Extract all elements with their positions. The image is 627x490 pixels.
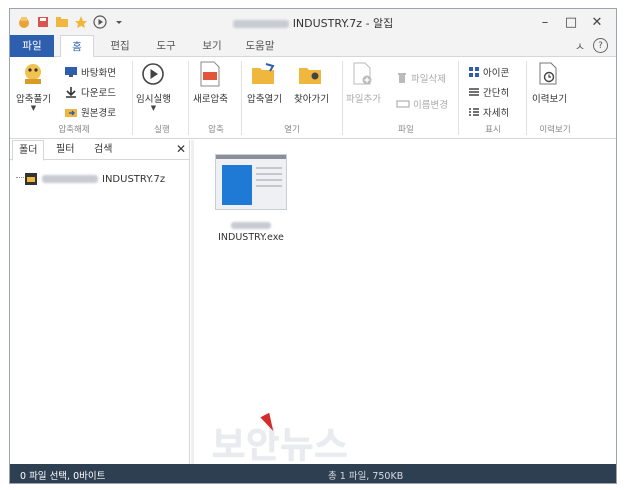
tab-folder[interactable]: 폴더 [12, 140, 45, 161]
minimize-button[interactable]: – [532, 12, 558, 32]
redacted-name [231, 222, 271, 229]
tab-filter[interactable]: 필터 [50, 140, 80, 160]
pane-tabs: 폴더 필터 검색 ✕ [10, 140, 190, 161]
chevron-down-icon: ▼ [150, 104, 157, 112]
view-simple-button[interactable]: 간단히 [468, 85, 509, 99]
temp-run-button[interactable]: 임시실행 ▼ [136, 61, 171, 112]
collapse-ribbon-icon[interactable]: ㅅ [575, 38, 585, 54]
extract-download-button[interactable]: 다운로드 [64, 85, 116, 99]
group-label-run: 실행 [154, 125, 170, 135]
help-icon[interactable]: ? [593, 38, 608, 53]
play-circle-icon [140, 61, 166, 87]
group-label-open: 열기 [284, 125, 300, 135]
close-button[interactable]: ✕ [584, 12, 610, 32]
ribbon-divider [188, 61, 189, 135]
group-label-file: 파일 [398, 125, 414, 135]
ribbon-divider [241, 61, 242, 135]
extract-button[interactable]: 압축풀기 ▼ [16, 61, 51, 112]
file-name: INDUSTRY.exe [218, 232, 284, 243]
rename-button[interactable]: 이름변경 [396, 97, 448, 111]
view-details-button[interactable]: 자세히 [468, 105, 509, 119]
watermark: 보안뉴스 [212, 425, 349, 466]
total-status: 총 1 파일, 750KB [328, 471, 404, 482]
redacted-name [232, 20, 289, 28]
folder-pane: 폴더 필터 검색 ✕ INDUSTRY.7z [10, 140, 190, 464]
ribbon-tabs: 파일 홈 편집 도구 보기 도움말 ㅅ ? [10, 35, 616, 58]
tab-tools[interactable]: 도구 [148, 35, 184, 57]
chevron-down-icon: ▼ [30, 104, 37, 112]
tab-view[interactable]: 보기 [194, 35, 230, 57]
extract-desktop-button[interactable]: 바탕화면 [64, 65, 116, 79]
selection-status: 0 파일 선택, 0바이트 [20, 471, 106, 482]
tab-home[interactable]: 홈 [60, 35, 94, 58]
ribbon-divider [342, 61, 343, 135]
app-window: INDUSTRY.7z - 알집 – □ ✕ 파일 홈 편집 도구 보기 도움말… [9, 8, 617, 484]
add-file-icon [350, 61, 376, 87]
extract-icon [20, 61, 46, 87]
group-label-extract: 압축해제 [58, 125, 90, 135]
exe-thumbnail-icon [215, 154, 287, 210]
trash-icon [398, 73, 406, 83]
tab-search[interactable]: 검색 [88, 140, 118, 160]
folder-arrow-icon [65, 109, 77, 117]
group-label-compress: 압축 [208, 125, 224, 135]
window-controls: – □ ✕ [532, 12, 610, 32]
download-icon [66, 87, 76, 98]
archive-7z-icon [25, 173, 37, 185]
maximize-button[interactable]: □ [558, 12, 584, 32]
find-button[interactable]: 찾아가기 [294, 61, 329, 105]
ribbon: 압축풀기 ▼ 바탕화면 다운로드 원본경로 압축해제 임시실행 ▼ 실행 새로압… [10, 57, 616, 139]
ribbon-divider [132, 61, 133, 135]
list-icon [469, 88, 479, 96]
add-file-button[interactable]: 파일추가 [346, 61, 381, 105]
desktop-icon [65, 67, 77, 77]
group-label-history: 이력보기 [539, 125, 571, 135]
zip-file-icon [197, 61, 223, 87]
new-archive-button[interactable]: 새로압축 [193, 61, 228, 105]
folder-open-icon [251, 61, 277, 87]
window-title: INDUSTRY.7z - 알집 [10, 15, 616, 31]
details-icon [469, 108, 479, 116]
history-icon [536, 61, 562, 87]
open-archive-button[interactable]: 압축열기 [247, 61, 282, 105]
delete-file-button[interactable]: 파일삭제 [396, 71, 446, 85]
ribbon-divider [526, 61, 527, 135]
file-item[interactable]: INDUSTRY.exe [214, 154, 288, 243]
tree-connector [16, 177, 24, 178]
folder-pin-icon [298, 61, 324, 87]
tab-edit[interactable]: 편집 [102, 35, 138, 57]
rename-icon [396, 100, 410, 108]
history-button[interactable]: 이력보기 [532, 61, 567, 105]
ribbon-divider [458, 61, 459, 135]
ribbon-tab-controls: ㅅ ? [575, 38, 608, 54]
tree-item-archive[interactable]: INDUSTRY.7z [24, 172, 165, 186]
grid-icon [469, 67, 479, 77]
tab-file[interactable]: 파일 [10, 35, 54, 57]
title-bar: INDUSTRY.7z - 알집 – □ ✕ [10, 9, 616, 35]
view-icons-button[interactable]: 아이콘 [468, 65, 509, 79]
group-label-display: 표시 [485, 125, 501, 135]
redacted-name [42, 175, 98, 183]
extract-original-path-button[interactable]: 원본경로 [64, 105, 116, 119]
tab-help[interactable]: 도움말 [238, 35, 282, 57]
pane-close-button[interactable]: ✕ [176, 142, 186, 156]
